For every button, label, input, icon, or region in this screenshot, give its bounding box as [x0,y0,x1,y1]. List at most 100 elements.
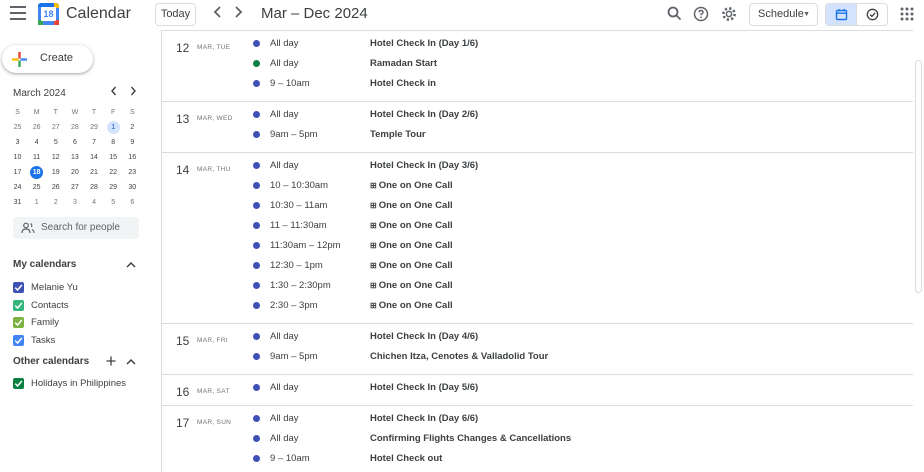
mini-calendar-day[interactable]: 3 [8,135,27,150]
app-title[interactable]: Calendar [66,5,131,23]
next-period-button[interactable] [230,5,246,23]
mini-calendar-day[interactable]: 4 [85,195,104,210]
create-button[interactable]: Create [2,45,93,73]
calendar-logo-icon[interactable]: 18 [38,3,59,25]
event-row[interactable]: 10 – 10:30am ⊞ One on One Call [162,176,914,196]
mini-calendar-day[interactable]: 1 [104,120,123,135]
collapse-other-calendars-button[interactable] [124,355,138,369]
checkbox[interactable] [13,282,24,293]
scrollbar[interactable] [913,30,924,472]
apps-icon[interactable] [897,4,917,24]
mini-calendar-day[interactable]: 14 [85,150,104,165]
mini-calendar-day[interactable]: 13 [65,150,84,165]
mini-calendar-day[interactable]: 27 [65,180,84,195]
checkbox[interactable] [13,378,24,389]
mini-calendar-day[interactable]: 6 [123,195,142,210]
mini-calendar-day[interactable]: 21 [85,165,104,180]
event-row[interactable]: All day Hotel Check In (Day 3/6) [162,156,914,176]
event-row[interactable]: 9 – 10am Hotel Check in [162,74,914,94]
event-row[interactable]: 9 – 10am Hotel Check out [162,449,914,469]
event-row[interactable]: 9am – 5pm Chichen Itza, Cenotes & Vallado… [162,347,914,367]
mini-calendar-day[interactable]: 7 [85,135,104,150]
checkbox[interactable] [13,299,24,311]
mini-calendar-day[interactable]: 24 [8,180,27,195]
mini-calendar-day[interactable]: 30 [123,180,142,195]
mini-calendar-day[interactable]: 11 [27,150,46,165]
event-row[interactable]: 9am – 5pm Temple Tour [162,125,914,145]
mini-calendar-day[interactable]: 9 [123,135,142,150]
mini-calendar-day-label: 3 [72,199,77,206]
event-row[interactable]: 2:30 – 3pm ⊞ One on One Call [162,296,914,316]
mini-calendar-day-label: 1 [106,121,120,134]
mini-calendar-day[interactable]: 6 [65,135,84,150]
settings-icon[interactable] [719,4,739,24]
mini-next-month-button[interactable] [126,86,140,100]
event-row[interactable]: 10:30 – 11am ⊞ One on One Call [162,196,914,216]
mini-calendar-day[interactable]: 29 [104,180,123,195]
mini-prev-month-button[interactable] [107,86,121,100]
event-row[interactable]: All day Hotel Check In (Day 6/6) [162,409,914,429]
event-title-text: Hotel Check In (Day 6/6) [370,413,479,424]
event-row[interactable]: 1:30 – 2:30pm ⊞ One on One Call [162,276,914,296]
mini-calendar-day[interactable]: 1 [27,195,46,210]
checkbox[interactable] [13,334,24,346]
event-row[interactable]: All day Confirming Flights Changes & Canc… [162,429,914,449]
calendar-view-toggle[interactable] [826,4,857,25]
mini-calendar-day[interactable]: 26 [27,120,46,135]
add-other-calendar-button[interactable] [104,355,118,369]
mini-calendar-day[interactable]: 23 [123,165,142,180]
today-button[interactable]: Today [155,3,196,26]
search-for-people-placeholder: Search for people [41,222,120,233]
mini-calendar-day[interactable]: 28 [65,120,84,135]
previous-period-button[interactable] [210,5,226,23]
mini-calendar-day-label: 13 [71,154,79,161]
mini-calendar-day[interactable]: 4 [27,135,46,150]
collapse-my-calendars-button[interactable] [124,258,138,272]
other-calendars-heading[interactable]: Other calendars [13,356,89,367]
event-row[interactable]: All day Hotel Check In (Day 1/6) [162,34,914,54]
menu-icon[interactable] [10,6,26,20]
mini-calendar-day[interactable]: 10 [8,150,27,165]
checkbox[interactable] [13,317,24,328]
mini-calendar-day[interactable]: 27 [46,120,65,135]
event-row[interactable]: All day Hotel Check In (Day 2/6) [162,105,914,125]
mini-calendar-day[interactable]: 28 [85,180,104,195]
mini-calendar-day-label: 24 [13,184,22,191]
event-row[interactable]: All day Hotel Check In (Day 4/6) [162,327,914,347]
search-icon[interactable] [665,4,685,24]
mini-calendar-day[interactable]: 20 [65,165,84,180]
mini-calendar-day[interactable]: 12 [46,150,65,165]
event-time: All day [270,433,299,444]
event-row[interactable]: All day Ramadan Start [162,54,914,74]
my-calendars-heading[interactable]: My calendars [13,259,76,270]
mini-calendar-day[interactable]: 3 [65,195,84,210]
scrollbar-thumb[interactable] [915,60,922,293]
mini-calendar-day[interactable]: 19 [46,165,65,180]
mini-calendar-day[interactable]: 5 [104,195,123,210]
search-for-people-input[interactable]: Search for people [13,217,139,239]
mini-calendar-day[interactable]: 15 [104,150,123,165]
mini-calendar-day[interactable]: 16 [123,150,142,165]
event-row[interactable]: 12:30 – 1pm ⊞ One on One Call [162,256,914,276]
tasks-toggle[interactable] [856,4,887,25]
event-time: 9am – 5pm [270,129,318,140]
mini-calendar-day[interactable]: 8 [104,135,123,150]
mini-calendar-day[interactable]: 18 [27,165,46,180]
help-icon[interactable] [691,4,711,24]
mini-calendar-day[interactable]: 25 [27,180,46,195]
mini-calendar-day[interactable]: 2 [123,120,142,135]
view-selector[interactable]: Schedule ▼ [749,3,818,26]
mini-calendar-day[interactable]: 29 [85,120,104,135]
mini-calendar-day[interactable]: 31 [8,195,27,210]
event-color-dot [253,282,260,289]
mini-calendar-day[interactable]: 2 [46,195,65,210]
event-row[interactable]: All day Hotel Check In (Day 5/6) [162,378,914,398]
event-row[interactable]: 11:30am – 12pm ⊞ One on One Call [162,236,914,256]
event-row[interactable]: 11 – 11:30am ⊞ One on One Call [162,216,914,236]
mini-calendar-day[interactable]: 17 [8,165,27,180]
mini-calendar-day[interactable]: 25 [8,120,27,135]
mini-calendar-day[interactable]: 26 [46,180,65,195]
event-title-text: One on One Call [378,180,453,191]
mini-calendar-day[interactable]: 5 [46,135,65,150]
mini-calendar-day[interactable]: 22 [104,165,123,180]
